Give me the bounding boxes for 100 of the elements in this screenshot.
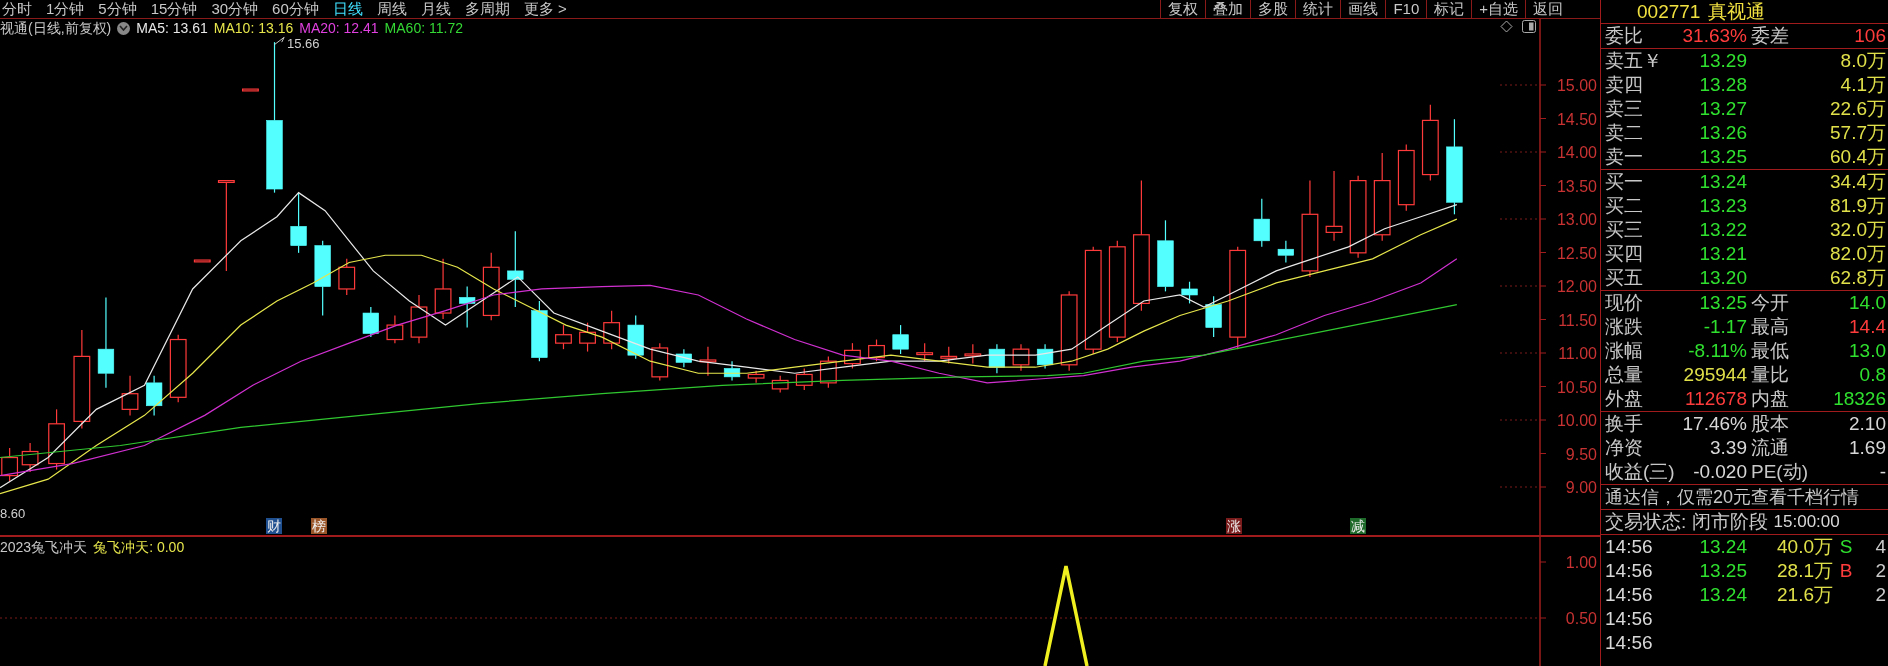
candlestick <box>844 342 861 370</box>
candlestick <box>21 442 39 473</box>
quote-label: 卖三 <box>1605 97 1644 121</box>
indicator-title: 2023兔飞冲天 <box>0 539 88 555</box>
stock-name: 真视通 <box>1708 0 1766 24</box>
candlestick <box>747 370 765 384</box>
quote-label: 净资 <box>1605 436 1644 460</box>
candlestick <box>964 343 982 365</box>
candlestick <box>290 192 307 254</box>
quote-label: 收益(三) <box>1605 460 1676 484</box>
quote-value: 22.6万 <box>1829 97 1886 121</box>
candlestick <box>1 447 19 483</box>
moving-average-label: MA20: 12.41 <box>299 19 379 37</box>
axis-label: 1.00 <box>1565 554 1597 571</box>
candlestick <box>603 310 621 350</box>
candlestick <box>555 324 572 350</box>
axis-label: 12.50 <box>1556 244 1597 262</box>
axis-label: 0.50 <box>1565 610 1597 627</box>
period-tab[interactable]: 分时 <box>2 0 32 18</box>
period-tab[interactable]: 日线 <box>332 0 363 18</box>
quote-value: 13.25 <box>1698 291 1747 315</box>
period-tab[interactable]: 周线 <box>376 0 407 18</box>
moving-average-label: MA10: 13.16 <box>213 19 294 37</box>
trade-time: 14:56 <box>1605 631 1654 655</box>
quote-value: 31.63% <box>1681 24 1747 48</box>
quote-label: 涨幅 <box>1605 339 1644 363</box>
period-tab[interactable]: 15分钟 <box>150 0 198 18</box>
trade-price: 13.24 <box>1698 583 1747 607</box>
notice-text: 通达信，仅需20元查看千档行情 <box>1604 486 1861 509</box>
quote-label: 卖四 <box>1605 73 1644 97</box>
candlestick <box>1253 198 1270 248</box>
candlestick <box>819 355 837 389</box>
quote-label: 换手 <box>1605 412 1644 436</box>
quote-value: 13.28 <box>1698 73 1747 97</box>
dropdown-icon[interactable] <box>117 21 131 35</box>
period-tab[interactable]: 月线 <box>420 0 451 18</box>
candlestick <box>146 375 163 416</box>
candlestick <box>940 346 958 365</box>
quote-value: 82.0万 <box>1829 242 1886 266</box>
quote-value: 14.0 <box>1848 291 1886 315</box>
candlestick <box>892 324 909 355</box>
period-tab[interactable]: 多周期 <box>464 0 510 18</box>
quote-label: 股本 <box>1750 412 1790 436</box>
candlestick <box>1036 343 1054 370</box>
trade-count: 2 <box>1874 583 1886 607</box>
diamond-icon[interactable] <box>1500 20 1513 33</box>
high-price-label: 15.66 <box>287 37 320 51</box>
panel-toggle-icon[interactable] <box>1522 20 1536 33</box>
stock-code: 002771 <box>1637 0 1701 24</box>
axis-label: 15.00 <box>1556 77 1597 94</box>
quote-label: 量比 <box>1750 363 1790 387</box>
quote-label: 委比 <box>1605 24 1644 48</box>
candlestick <box>242 88 259 92</box>
candlestick <box>1205 295 1222 338</box>
quote-label: PE(动) <box>1750 460 1809 484</box>
period-tab[interactable]: 更多 > <box>523 0 567 18</box>
period-tab[interactable]: 5分钟 <box>98 0 137 18</box>
trade-status: 交易状态: 闭市阶段 <box>1605 510 1768 534</box>
candlestick <box>386 314 404 344</box>
candlestick <box>482 252 500 321</box>
candlestick <box>121 375 139 416</box>
quote-label: 最高 <box>1750 315 1790 339</box>
quote-value: 32.0万 <box>1829 218 1886 242</box>
quote-label: 外盘 <box>1605 387 1644 411</box>
event-marker: 减 <box>1350 518 1366 534</box>
axis-label: 14.50 <box>1556 110 1597 128</box>
candlestick <box>1181 281 1198 304</box>
trade-time: 14:56 <box>1605 607 1654 631</box>
quote-value: 13.24 <box>1698 170 1747 194</box>
quote-value: 62.8万 <box>1829 266 1886 290</box>
trade-side: S <box>1838 535 1854 559</box>
trade-count: 2 <box>1874 559 1886 583</box>
trade-count: 4 <box>1874 535 1886 559</box>
candlestick <box>675 348 692 368</box>
axis-label: 11.00 <box>1558 345 1597 362</box>
candlestick <box>48 408 65 471</box>
axis-label: 9.00 <box>1565 479 1597 496</box>
candlestick <box>916 342 934 362</box>
candlestick <box>531 300 548 362</box>
quote-value: 18326 <box>1832 387 1886 411</box>
quote-label: 现价 <box>1605 291 1644 315</box>
quote-value: 14.4 <box>1848 315 1886 339</box>
quote-value: 106 <box>1853 24 1886 48</box>
quote-value: 8.0万 <box>1839 49 1886 73</box>
quote-label: 卖一 <box>1605 145 1644 169</box>
quote-value: - <box>1878 460 1886 484</box>
period-tab[interactable]: 60分钟 <box>272 0 319 18</box>
quote-value: 295944 <box>1682 363 1747 387</box>
indicator-value: 兔飞冲天: 0.00 <box>93 539 185 555</box>
quote-value: -8.11% <box>1687 339 1747 363</box>
candlestick <box>795 367 813 391</box>
quote-value: 13.27 <box>1698 97 1747 121</box>
candlestick <box>434 258 452 320</box>
quote-value: 13.29 <box>1698 49 1747 73</box>
period-tab[interactable]: 1分钟 <box>46 0 85 18</box>
quote-label: 买三 <box>1605 218 1644 242</box>
quote-value: 13.26 <box>1698 121 1747 145</box>
candlestick <box>579 322 596 353</box>
quote-label: 今开 <box>1750 291 1790 315</box>
period-tab[interactable]: 30分钟 <box>211 0 259 18</box>
